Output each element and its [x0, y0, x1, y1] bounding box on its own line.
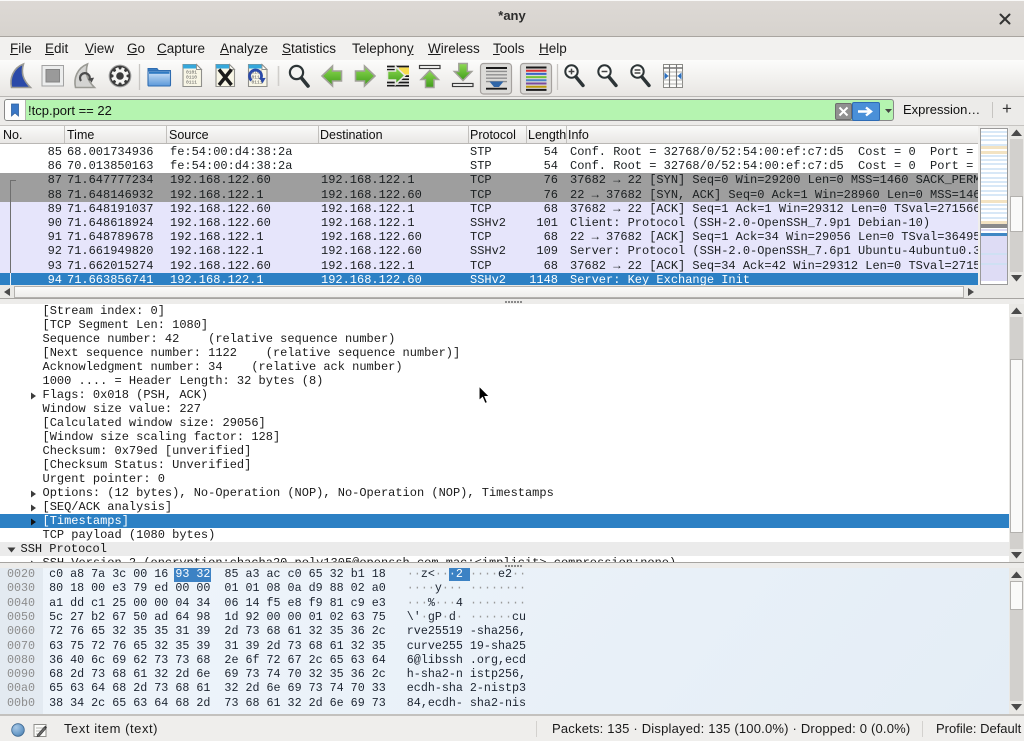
- svg-text:0111: 0111: [186, 80, 197, 86]
